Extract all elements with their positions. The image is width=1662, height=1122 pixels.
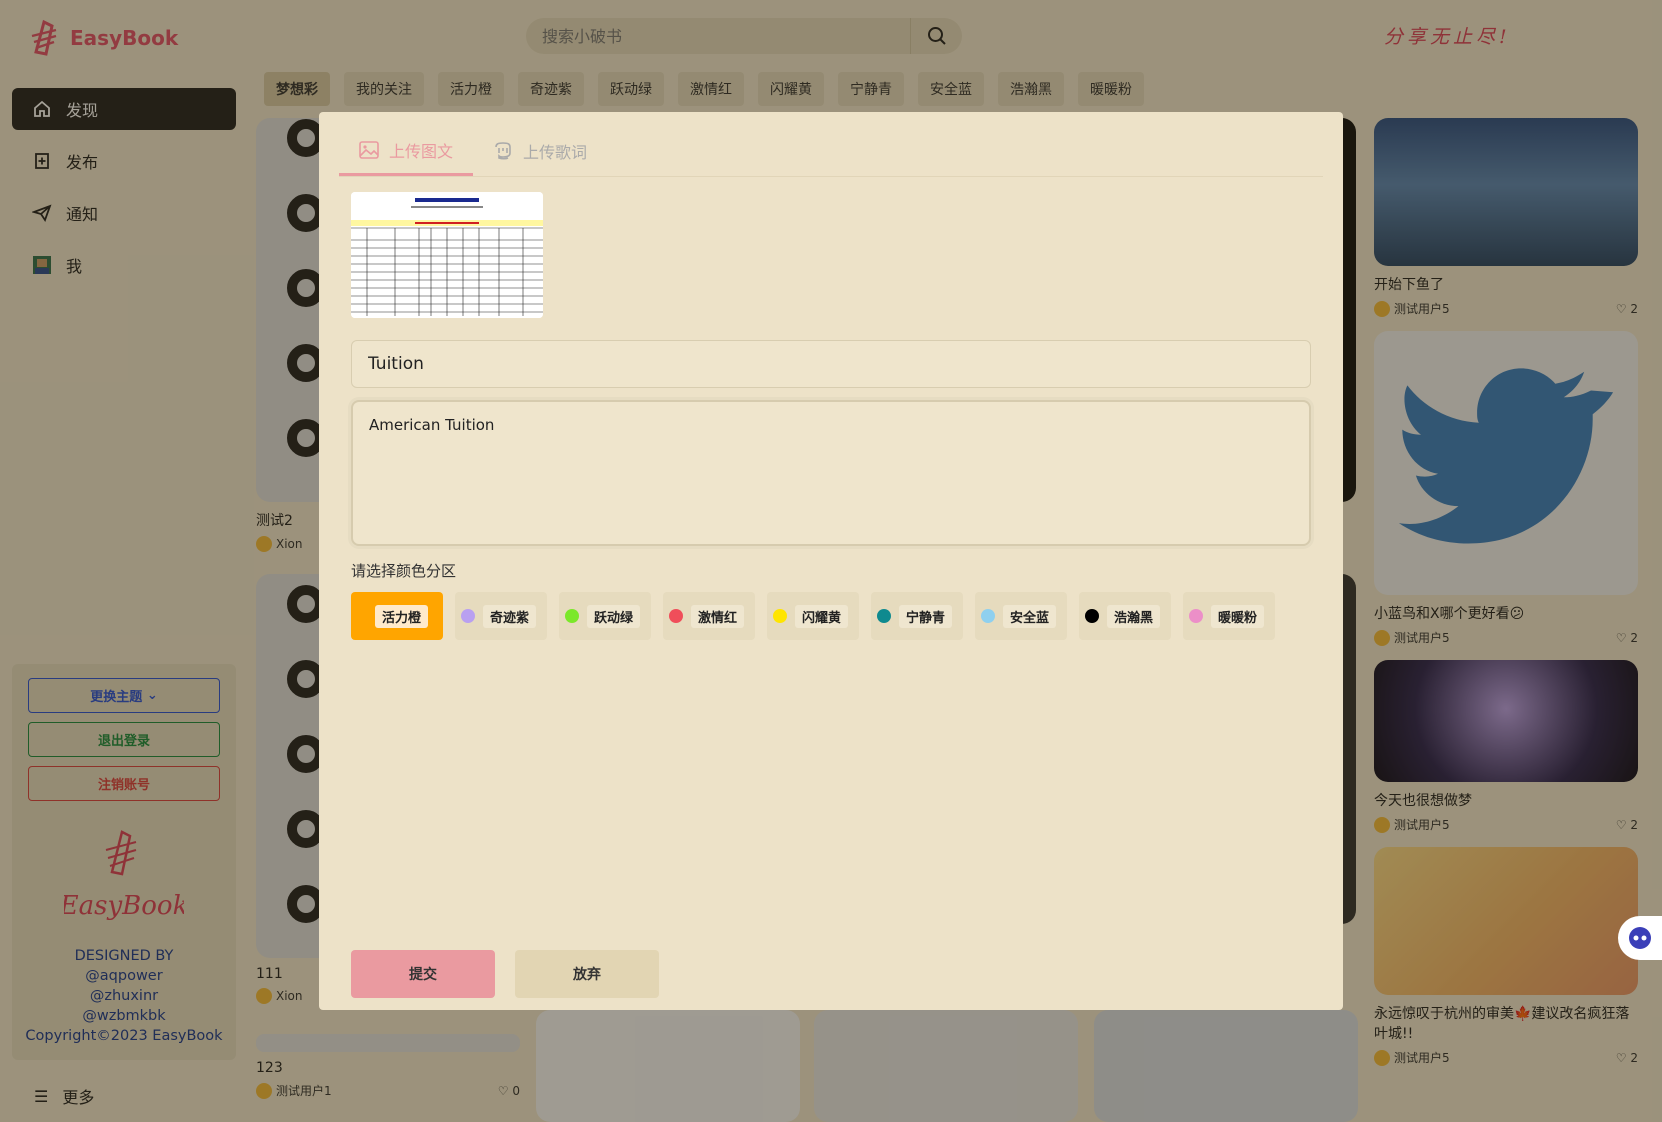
color-section-label: 请选择颜色分区: [351, 562, 457, 580]
discard-button[interactable]: 放弃: [515, 950, 659, 998]
color-option-teal[interactable]: 宁静青: [871, 592, 963, 640]
color-dot: [981, 609, 995, 623]
color-option-green[interactable]: 跃动绿: [559, 592, 651, 640]
tabs-divider: [339, 176, 1323, 177]
color-dot: [1085, 609, 1099, 623]
color-name: 浩瀚黑: [1107, 604, 1161, 628]
submit-button[interactable]: 提交: [351, 950, 495, 998]
tab-upload-lyrics[interactable]: 上传歌词: [473, 126, 607, 176]
color-name: 跃动绿: [587, 604, 641, 628]
color-dot: [461, 609, 475, 623]
color-option-purple[interactable]: 奇迹紫: [455, 592, 547, 640]
color-name: 宁静青: [899, 604, 953, 628]
uploaded-image-thumbnail[interactable]: [351, 192, 543, 318]
mastodon-icon: [495, 142, 511, 160]
upload-modal: 上传图文 上传歌词 American Tuition 请选择颜色分区 活力橙 奇…: [319, 112, 1343, 1010]
color-name: 活力橙: [375, 604, 429, 628]
spreadsheet-image: [351, 192, 543, 318]
tab-upload-image-text[interactable]: 上传图文: [339, 126, 474, 176]
color-dot: [669, 609, 683, 623]
color-dot: [1189, 609, 1203, 623]
assistant-float-button[interactable]: [1618, 916, 1662, 960]
image-icon: [359, 140, 379, 159]
color-dot: [357, 609, 367, 623]
color-name: 奇迹紫: [483, 604, 537, 628]
color-dot: [773, 609, 787, 623]
color-option-orange[interactable]: 活力橙: [351, 592, 443, 640]
color-dot: [565, 609, 579, 623]
tab-label: 上传歌词: [523, 143, 588, 162]
color-option-black[interactable]: 浩瀚黑: [1079, 592, 1171, 640]
title-input[interactable]: [351, 340, 1311, 388]
upload-tabs: 上传图文 上传歌词: [339, 126, 607, 176]
color-option-yellow[interactable]: 闪耀黄: [767, 592, 859, 640]
color-option-blue[interactable]: 安全蓝: [975, 592, 1067, 640]
color-option-red[interactable]: 激情红: [663, 592, 755, 640]
color-name: 闪耀黄: [795, 604, 849, 628]
color-options: 活力橙 奇迹紫 跃动绿 激情红 闪耀黄 宁静青 安全蓝 浩瀚黑 暖暖粉: [351, 592, 1275, 640]
color-option-pink[interactable]: 暖暖粉: [1183, 592, 1275, 640]
description-textarea[interactable]: American Tuition: [351, 400, 1311, 546]
color-dot: [877, 609, 891, 623]
assistant-icon: [1629, 927, 1651, 949]
tab-label: 上传图文: [389, 141, 454, 161]
color-name: 安全蓝: [1003, 604, 1057, 628]
color-name: 暖暖粉: [1211, 604, 1265, 628]
color-name: 激情红: [691, 604, 745, 628]
